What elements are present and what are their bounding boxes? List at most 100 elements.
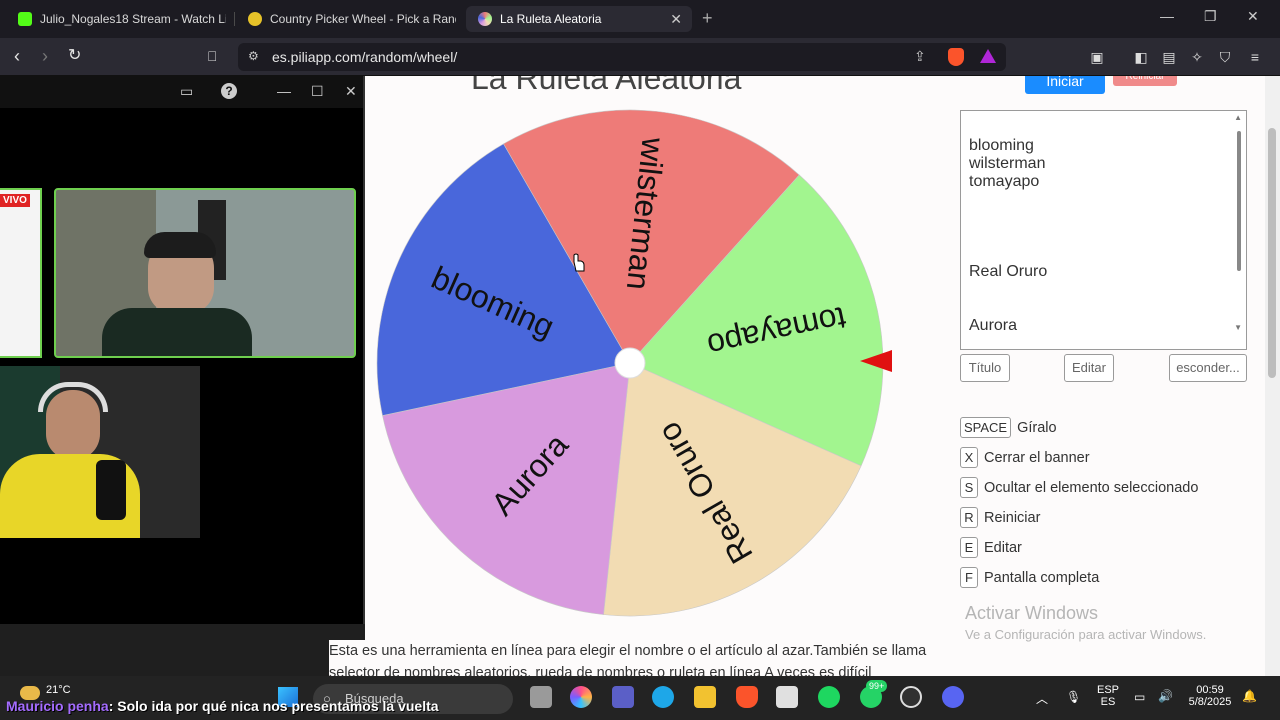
minimize-icon[interactable]: — xyxy=(277,83,291,99)
live-badge: VIVO xyxy=(0,194,30,207)
option-line xyxy=(969,191,1238,209)
webcam-person-shirt xyxy=(102,308,252,356)
textarea-scroll-thumb[interactable] xyxy=(1237,131,1241,271)
volume-icon[interactable]: 🔊 xyxy=(1158,689,1173,703)
stream-thumbnail: VIVO xyxy=(0,188,42,358)
tab-ruleta-aleatoria[interactable]: La Ruleta Aleatoria ✕ xyxy=(466,6,692,32)
task-view-icon[interactable] xyxy=(530,686,552,708)
scroll-up-icon[interactable]: ▲ xyxy=(1234,113,1242,122)
network-icon[interactable]: ▭ xyxy=(1134,690,1145,704)
reload-icon[interactable]: ↻ xyxy=(68,47,81,65)
option-line xyxy=(969,209,1238,227)
edit-button[interactable]: Editar xyxy=(1064,354,1114,382)
title-button[interactable]: Título xyxy=(960,354,1010,382)
close-window-icon[interactable]: ✕ xyxy=(1247,8,1259,25)
shortcut-desc: Cerrar el banner xyxy=(984,449,1090,466)
shortcut-desc: Gíralo xyxy=(1017,419,1057,436)
store-icon[interactable] xyxy=(776,686,798,708)
brave-shields-icon[interactable] xyxy=(948,48,964,66)
wallet-icon[interactable]: ▤ xyxy=(1160,48,1178,66)
browser-toolbar: ‹ › ↻ ⎕ ⚙ es.piliapp.com/random/wheel/ ⇪… xyxy=(0,38,1280,76)
shortcut-desc: Pantalla completa xyxy=(984,569,1100,586)
sidebar-icon[interactable]: ◧ xyxy=(1132,48,1150,66)
webcam-person-hair xyxy=(144,232,216,258)
tab-kick-stream[interactable]: Julio_Nogales18 Stream - Watch Live xyxy=(6,6,232,32)
menu-icon[interactable]: ≡ xyxy=(1246,48,1264,66)
reset-button[interactable]: Reiniciar xyxy=(1113,76,1177,86)
restore-icon[interactable]: ❐ xyxy=(1204,8,1217,25)
bookmark-icon[interactable]: ⎕ xyxy=(208,47,216,65)
option-line: Aurora xyxy=(969,317,1018,334)
file-explorer-icon[interactable] xyxy=(694,686,716,708)
notifications-icon[interactable]: 🔔 xyxy=(1242,689,1257,703)
options-textarea[interactable]: blooming wilsterman tomayapo Real Oruro Auro… xyxy=(960,110,1247,350)
description-text: Esta es una herramienta en línea para el… xyxy=(329,643,927,676)
tab-divider xyxy=(234,12,235,26)
chat-username: Mauricio penha xyxy=(6,698,109,714)
obs-icon[interactable] xyxy=(900,686,922,708)
option-line: Real Oruro xyxy=(969,263,1048,280)
shortcut-f: F Pantalla completa xyxy=(960,567,1099,588)
clock[interactable]: 00:59 5/8/2025 xyxy=(1184,684,1236,708)
forward-icon[interactable]: › xyxy=(42,47,48,65)
edge-icon[interactable] xyxy=(652,686,674,708)
page-description: Esta es una herramienta en línea para el… xyxy=(329,640,929,676)
page-title: La Ruleta Aleatoria xyxy=(471,76,742,96)
spotify-icon[interactable] xyxy=(818,686,840,708)
url-text: es.piliapp.com/random/wheel/ xyxy=(272,49,458,65)
hide-button[interactable]: esconder... xyxy=(1169,354,1247,382)
maximize-icon[interactable]: ☐ xyxy=(311,83,324,100)
rewards-icon[interactable] xyxy=(980,49,996,63)
webcam-feed-main xyxy=(54,188,356,358)
shortcut-e: E Editar xyxy=(960,537,1022,558)
chat-overlay: Mauricio penha: Solo ida por qué nica no… xyxy=(6,698,439,714)
show-hidden-icons-icon[interactable]: ︿ xyxy=(1036,690,1048,707)
language-indicator[interactable]: ESP ES xyxy=(1096,684,1120,708)
clock-date: 5/8/2025 xyxy=(1188,696,1232,708)
address-bar[interactable]: ⚙ es.piliapp.com/random/wheel/ ⇪ xyxy=(238,43,1006,71)
option-line xyxy=(969,299,1238,317)
screen-share-icon[interactable]: ▭ xyxy=(180,83,193,100)
back-icon[interactable]: ‹ xyxy=(14,47,20,65)
close-tab-icon[interactable]: ✕ xyxy=(670,11,682,28)
minimize-icon[interactable]: — xyxy=(1160,8,1174,24)
web-page: La Ruleta Aleatoria Iniciar Reiniciar wi… xyxy=(365,76,1265,676)
microphone-tray-icon[interactable]: 🎙 xyxy=(1066,690,1081,704)
option-line xyxy=(969,245,1238,263)
page-scroll-thumb[interactable] xyxy=(1268,128,1276,378)
reader-mode-icon[interactable]: ▣ xyxy=(1088,48,1106,66)
copilot-icon[interactable] xyxy=(570,686,592,708)
key-s: S xyxy=(960,477,978,498)
option-line: tomayapo xyxy=(969,173,1040,190)
shortcut-x: X Cerrar el banner xyxy=(960,447,1090,468)
teams-icon[interactable] xyxy=(612,686,634,708)
scroll-down-icon[interactable]: ▼ xyxy=(1234,323,1242,332)
stream-overlay-window: ▭ ? — ☐ ✕ VIVO xyxy=(0,76,365,624)
site-settings-icon[interactable]: ⚙ xyxy=(248,49,259,63)
close-icon[interactable]: ✕ xyxy=(345,83,357,100)
share-icon[interactable]: ⇪ xyxy=(914,48,926,65)
discord-icon[interactable] xyxy=(942,686,964,708)
leo-ai-icon[interactable]: ✧ xyxy=(1188,48,1206,66)
key-f: F xyxy=(960,567,978,588)
globe-icon xyxy=(248,12,262,26)
tab-label: La Ruleta Aleatoria xyxy=(500,12,602,26)
microphone-icon xyxy=(96,460,126,520)
lang-top: ESP xyxy=(1096,684,1119,696)
page-scrollbar[interactable] xyxy=(1265,76,1280,676)
plus-icon[interactable]: + xyxy=(702,8,713,29)
activate-windows-watermark: Activar Windows xyxy=(965,603,1099,623)
shortcut-desc: Ocultar el elemento seleccionado xyxy=(984,479,1199,496)
random-wheel[interactable]: wilstermantomayapoReal OruroAurorabloomi… xyxy=(375,106,895,626)
start-button[interactable]: Iniciar xyxy=(1025,76,1105,94)
chat-message: : Solo ida por qué nica nos presentamos … xyxy=(108,698,439,714)
wheel-center-hub[interactable] xyxy=(614,347,646,379)
vpn-icon[interactable]: ⛉ xyxy=(1216,48,1234,66)
tab-label: Country Picker Wheel - Pick a Rando xyxy=(270,12,456,26)
tab-country-picker[interactable]: Country Picker Wheel - Pick a Rando xyxy=(236,6,460,32)
brave-icon[interactable] xyxy=(736,686,758,708)
weather-temp[interactable]: 21°C xyxy=(46,684,71,696)
help-icon[interactable]: ? xyxy=(221,83,237,99)
option-line xyxy=(969,281,1238,299)
taskbar: 21°C ○ Búsqueda 99+ ︿ 🎙 ESP ES ▭ 🔊 00:59… xyxy=(0,676,1280,720)
